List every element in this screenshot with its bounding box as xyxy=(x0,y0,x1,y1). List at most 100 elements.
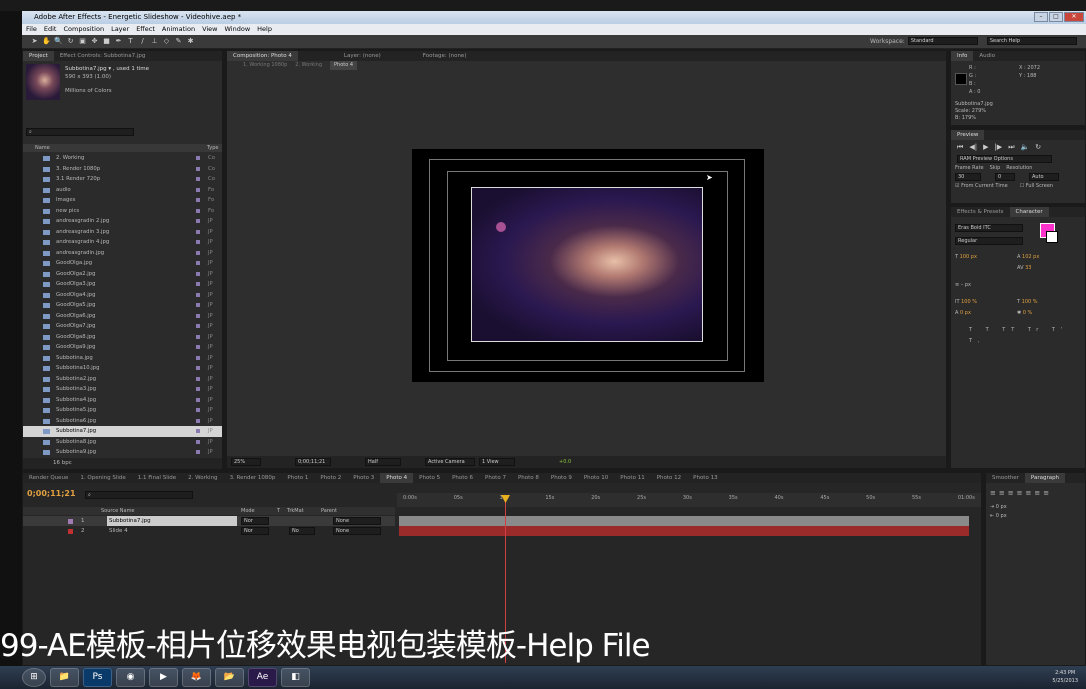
comp-canvas[interactable]: ➤ xyxy=(412,149,764,382)
maximize-button[interactable]: □ xyxy=(1049,12,1063,22)
prev-frame-icon[interactable]: ◀| xyxy=(969,143,977,152)
project-list-item[interactable]: Subbotina8.jpg JP xyxy=(23,437,222,448)
align-left-icon[interactable]: ≡ xyxy=(990,489,996,497)
timeline-search-input[interactable]: ⌕ xyxy=(85,491,193,499)
project-search-input[interactable]: ⌕ xyxy=(26,128,134,136)
timeline-tab[interactable]: Render Queue xyxy=(23,473,74,483)
font-style-select[interactable]: Regular xyxy=(955,237,1023,245)
tab-footage[interactable]: Footage: (none) xyxy=(417,51,473,61)
layer-row[interactable]: 2 Slide 4 Nor No None xyxy=(23,526,395,536)
taskbar-folder-icon[interactable]: 📂 xyxy=(215,668,244,687)
last-frame-icon[interactable]: ⏭ xyxy=(1008,143,1014,152)
col-name[interactable]: Name xyxy=(35,145,50,151)
type-tool-icon[interactable]: T xyxy=(126,37,135,46)
start-button[interactable]: ⊞ xyxy=(22,668,46,687)
brush-tool-icon[interactable]: / xyxy=(138,37,147,46)
tab-smoother[interactable]: Smoother xyxy=(986,473,1025,483)
col-mode[interactable]: Mode xyxy=(241,507,255,515)
timeline-tab[interactable]: Photo 4 xyxy=(380,473,414,483)
label-color-swatch[interactable] xyxy=(196,450,200,454)
label-color-swatch[interactable] xyxy=(196,303,200,307)
project-list-item[interactable]: Subbotina2.jpg JP xyxy=(23,374,222,385)
project-list-item[interactable]: andreasgradin 3.jpg JP xyxy=(23,227,222,238)
layer-name[interactable]: Slide 4 xyxy=(109,526,128,536)
timeline-tab[interactable]: Photo 7 xyxy=(479,473,512,483)
layer-parent[interactable]: None xyxy=(333,517,381,525)
eraser-tool-icon[interactable]: ◇ xyxy=(162,37,171,46)
selection-tool-icon[interactable]: ➤ xyxy=(30,37,39,46)
justify-left-icon[interactable]: ≡ xyxy=(1017,489,1023,497)
crumb-3[interactable]: Photo 4 xyxy=(330,61,358,70)
leading-value[interactable]: 102 px xyxy=(1022,254,1039,260)
justify-center-icon[interactable]: ≡ xyxy=(1026,489,1032,497)
font-size-value[interactable]: 100 px xyxy=(960,254,977,260)
project-list-item[interactable]: 3.1 Render 720p Co xyxy=(23,174,222,185)
indent-left-value[interactable]: 0 px xyxy=(996,504,1007,510)
project-list-item[interactable]: GoodOlga.jpg JP xyxy=(23,258,222,269)
timeline-tab[interactable]: Photo 9 xyxy=(545,473,578,483)
label-color-swatch[interactable] xyxy=(196,429,200,433)
clone-tool-icon[interactable]: ⊥ xyxy=(150,37,159,46)
baseline-value[interactable]: 0 px xyxy=(960,310,971,316)
layer-parent[interactable]: None xyxy=(333,527,381,535)
full-screen-checkbox[interactable]: ☐ Full Screen xyxy=(1020,183,1053,189)
project-list-item[interactable]: Subbotina5.jpg JP xyxy=(23,405,222,416)
exposure-value[interactable]: +0.0 xyxy=(559,459,571,465)
taskbar-chrome-icon[interactable]: ◉ xyxy=(116,668,145,687)
tab-effect-controls[interactable]: Effect Controls: Subbotina7.jpg xyxy=(54,51,152,61)
menu-view[interactable]: View xyxy=(202,24,217,35)
label-color-swatch[interactable] xyxy=(196,376,200,381)
label-color-swatch[interactable] xyxy=(196,439,200,444)
next-frame-icon[interactable]: |▶ xyxy=(994,143,1002,152)
label-color-swatch[interactable] xyxy=(196,418,200,423)
taskbar-firefox-icon[interactable]: 🦊 xyxy=(182,668,211,687)
label-color-swatch[interactable] xyxy=(196,397,200,402)
tab-info[interactable]: Info xyxy=(951,51,974,61)
tab-project[interactable]: Project xyxy=(23,51,54,61)
project-list-item[interactable]: GoodOlga2.jpg JP xyxy=(23,269,222,280)
taskbar-photoshop-icon[interactable]: Ps xyxy=(83,668,112,687)
project-list-item[interactable]: GoodOlga6.jpg JP xyxy=(23,311,222,322)
label-color-swatch[interactable] xyxy=(196,208,200,213)
tab-audio[interactable]: Audio xyxy=(973,51,1001,61)
layer-bar-2[interactable] xyxy=(399,526,969,536)
project-list-item[interactable]: Subbotina4.jpg JP xyxy=(23,395,222,406)
layer-trkmat[interactable]: No xyxy=(289,527,315,535)
loop-icon[interactable]: ↻ xyxy=(1035,143,1041,152)
project-list-item[interactable]: Subbotina7.jpg JP xyxy=(23,426,222,437)
resolution-select[interactable]: Half xyxy=(365,458,401,466)
camera-tool-icon[interactable]: ▣ xyxy=(78,37,87,46)
project-list-item[interactable]: GoodOlga3.jpg JP xyxy=(23,279,222,290)
label-color-swatch[interactable] xyxy=(196,271,200,276)
project-list-item[interactable]: GoodOlga9.jpg JP xyxy=(23,342,222,353)
stroke-color-swatch[interactable] xyxy=(1046,231,1058,243)
layer-bar-1[interactable] xyxy=(399,516,969,526)
layer-mode[interactable]: Nor xyxy=(241,527,269,535)
skip-field[interactable]: 0 xyxy=(995,173,1015,181)
label-color-swatch[interactable] xyxy=(196,187,200,192)
camera-select[interactable]: Active Camera xyxy=(425,458,475,466)
tab-layer[interactable]: Layer: (none) xyxy=(338,51,387,61)
label-color-swatch[interactable] xyxy=(196,292,200,297)
view-select[interactable]: 1 View xyxy=(479,458,515,466)
timeline-tab[interactable]: Photo 11 xyxy=(614,473,650,483)
label-color-swatch[interactable] xyxy=(196,250,200,255)
menu-help[interactable]: Help xyxy=(257,24,272,35)
timeline-tab[interactable]: Photo 6 xyxy=(446,473,479,483)
tsume-value[interactable]: 0 % xyxy=(1023,310,1033,316)
label-color-swatch[interactable] xyxy=(196,156,200,160)
horizontal-scale-value[interactable]: 100 % xyxy=(1022,299,1038,305)
framerate-field[interactable]: 30 xyxy=(955,173,981,181)
project-list-item[interactable]: andreasgradin 2.jpg JP xyxy=(23,216,222,227)
play-icon[interactable]: ▶ xyxy=(983,143,988,152)
timeline-tab[interactable]: Photo 10 xyxy=(578,473,614,483)
timeline-tab[interactable]: Photo 1 xyxy=(281,473,314,483)
project-list-item[interactable]: GoodOlga5.jpg JP xyxy=(23,300,222,311)
mask-tool-icon[interactable]: ■ xyxy=(102,37,111,46)
crumb-1[interactable]: 1. Working 1080p xyxy=(243,61,287,70)
comp-timecode[interactable]: 0;00;11;21 xyxy=(295,458,331,466)
timeline-timecode[interactable]: 0;00;11;21 xyxy=(27,489,76,498)
ram-preview-select[interactable]: RAM Preview Options xyxy=(957,155,1052,163)
justify-all-icon[interactable]: ≡ xyxy=(1043,489,1049,497)
first-frame-icon[interactable]: ⏮ xyxy=(957,143,963,152)
